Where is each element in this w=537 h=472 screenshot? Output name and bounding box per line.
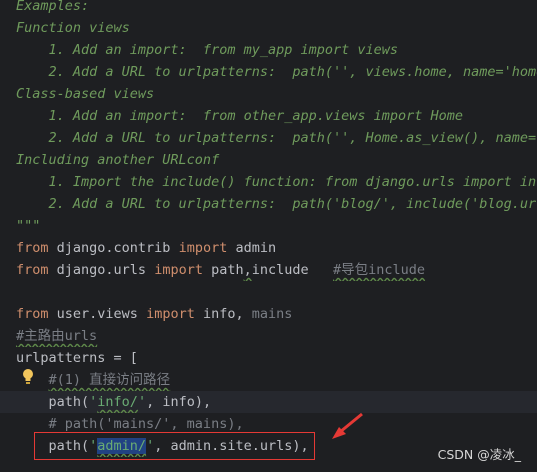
lightbulb-icon[interactable] [22,368,34,386]
code-token: # path('mains/', mains), [16,416,244,432]
code-token: Examples: [16,0,90,14]
code-token: django.urls [48,262,155,278]
code-line[interactable]: 1. Import the include() function: from d… [0,171,537,193]
code-token: import [178,240,228,256]
code-line[interactable] [0,281,537,303]
code-editor[interactable]: Examples: Function views 1. Add an import… [0,0,537,472]
code-token: #(1) 直接访问路径 [48,372,171,388]
watermark: CSDN @凌冰_ [437,447,521,462]
code-token: Function views [16,20,130,36]
highlight-box [34,432,315,460]
code-line[interactable]: from user.views import info, mains [0,303,537,325]
code-line[interactable]: from django.urls import path,include #导包… [0,259,537,281]
code-line[interactable]: #(1) 直接访问路径 [0,369,537,391]
code-token: 2. Add a URL to urlpatterns: path('blog/… [16,196,537,212]
code-token: urlpatterns = [ [16,350,138,366]
code-token: include [251,262,334,278]
code-token: from [16,262,49,278]
code-token: #主路由urls [16,328,98,344]
red-arrow-icon [332,412,363,439]
code-line[interactable]: #主路由urls [0,325,537,347]
code-token: 2. Add a URL to urlpatterns: path('', vi… [16,64,537,80]
code-token: path( [16,394,90,410]
code-line[interactable]: Including another URLconf [0,149,537,171]
code-line[interactable]: 1. Add an import: from my_app import vie… [0,39,537,61]
code-token: import [146,306,195,322]
code-token: 1. Add an import: from other_app.views i… [16,108,464,124]
code-line[interactable]: """ [0,215,537,237]
code-line[interactable]: urlpatterns = [ [0,347,537,369]
code-line[interactable]: 2. Add a URL to urlpatterns: path('blog/… [0,193,537,215]
code-token: , [243,262,252,278]
code-token: from [16,306,49,322]
code-line[interactable]: Class-based views [0,83,537,105]
code-token: import [154,262,203,278]
code-token: Including another URLconf [16,152,220,168]
code-token: path [202,262,244,278]
code-token: admin [227,240,277,256]
code-line[interactable]: 2. Add a URL to urlpatterns: path('', vi… [0,61,537,83]
code-line[interactable]: from django.contrib import admin [0,237,537,259]
code-token: #导包include [333,262,426,278]
code-token: from [16,240,49,256]
code-token: info/ [97,394,138,410]
code-line[interactable]: 2. Add a URL to urlpatterns: path('', Ho… [0,127,537,149]
code-line[interactable]: Function views [0,17,537,39]
code-token: django.contrib [48,240,179,256]
code-token: user.views [48,306,147,322]
code-token: Class-based views [16,86,155,102]
code-token: """ [16,218,41,234]
code-line[interactable]: Examples: [0,0,537,17]
code-line[interactable]: 1. Add an import: from other_app.views i… [0,105,537,127]
code-token: 1. Add an import: from my_app import vie… [16,42,399,58]
code-token: ' [137,394,147,410]
code-token: info, [194,306,252,322]
code-line[interactable]: path('info/', info), [0,391,537,413]
code-token: 1. Import the include() function: from d… [48,174,537,190]
code-token: 2. Add a URL to urlpatterns: path('', Ho… [16,130,537,146]
code-token: , info), [146,394,212,410]
code-token: mains [251,306,293,322]
